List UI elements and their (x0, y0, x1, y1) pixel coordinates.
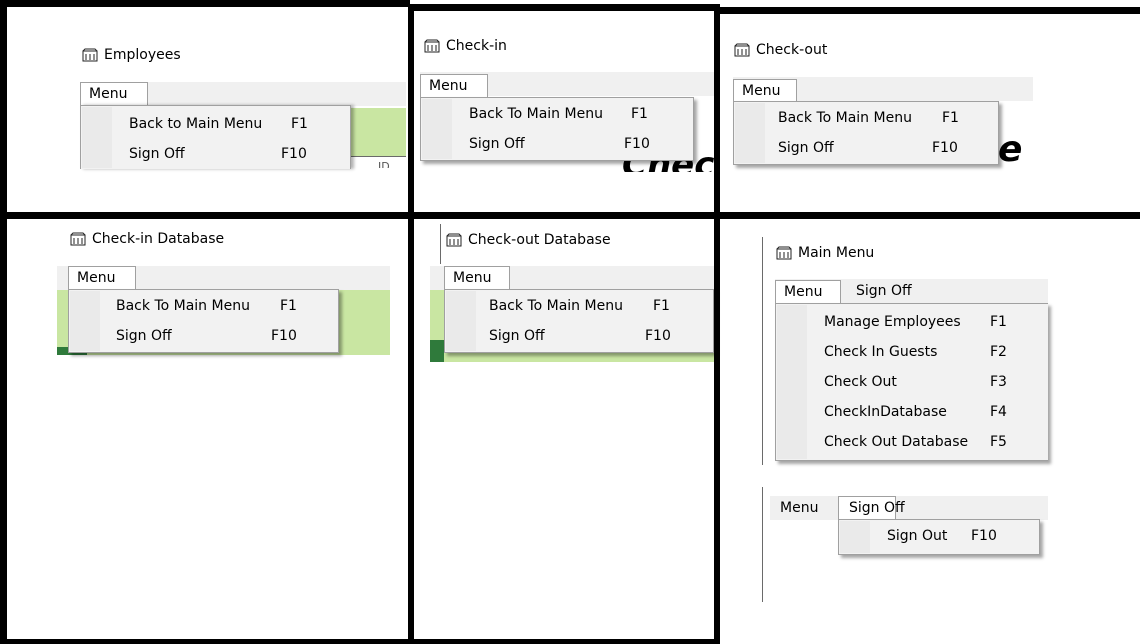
grid-line-v1 (408, 4, 414, 644)
employees-sign-off-item[interactable]: Sign Off F10 (81, 140, 350, 170)
checkin-db-sign-off-item[interactable]: Sign Off F10 (69, 322, 338, 352)
signoff-panel-menu-button[interactable]: Menu (772, 497, 826, 521)
checkout-db-menu-button[interactable]: Menu (444, 266, 510, 290)
window-app-icon (424, 39, 440, 53)
checkout-menu-button[interactable]: Menu (733, 79, 797, 103)
checkin-db-back-key: F1 (280, 298, 297, 314)
employees-back-key: F1 (291, 116, 308, 132)
checkout-partial-text: e (998, 129, 1023, 170)
employees-signoff-key: F10 (281, 146, 307, 162)
check-in-guests-key: F2 (990, 344, 1007, 360)
checkout-db-back-to-main-item[interactable]: Back To Main Menu F1 (445, 292, 713, 322)
checkin-db-signoff-key: F10 (271, 328, 297, 344)
signoff-window-edge (762, 487, 763, 602)
checkout-db-window-edge (440, 224, 441, 264)
main-menu-check-out-database-item[interactable]: Check Out Database F5 (776, 428, 1048, 458)
checkout-window-title: Check-out (734, 42, 827, 58)
checkout-back-key: F1 (942, 110, 959, 126)
checkin-signoff-label: Sign Off (469, 136, 525, 152)
checkout-db-signoff-key: F10 (645, 328, 671, 344)
checkout-db-title-text: Check-out Database (468, 232, 611, 248)
checkout-title-text: Check-out (756, 42, 828, 58)
employees-bg-green (348, 108, 406, 156)
signoff-panel-signoff-button[interactable]: Sign Off (838, 496, 905, 520)
checkout-back-label: Back To Main Menu (778, 110, 912, 126)
window-app-icon (734, 43, 750, 57)
signoff-dropdown: Sign Out F10 (838, 519, 1040, 555)
check-out-label: Check Out (824, 374, 897, 390)
employees-bg-line (348, 156, 406, 157)
checkin-window-title: Check-in (424, 38, 507, 54)
main-menu-dropdown: Manage Employees F1 Check In Guests F2 C… (775, 303, 1048, 461)
main-menu-check-in-guests-item[interactable]: Check In Guests F2 (776, 338, 1048, 368)
checkout-db-signoff-label: Sign Off (489, 328, 545, 344)
checkin-db-signoff-label: Sign Off (116, 328, 172, 344)
grid-line-mid-h (0, 212, 1140, 219)
main-menu-manage-employees-item[interactable]: Manage Employees F1 (776, 308, 1048, 338)
checkout-db-sign-off-item[interactable]: Sign Off F10 (445, 322, 713, 352)
main-menu-title-text: Main Menu (798, 245, 875, 261)
checkout-db-bg-dark (430, 340, 444, 362)
manage-employees-label: Manage Employees (824, 314, 961, 330)
checkin-back-to-main-item[interactable]: Back To Main Menu F1 (421, 100, 693, 130)
main-menu-menu-button[interactable]: Menu (775, 280, 841, 304)
employees-window-title: Employees (82, 47, 181, 63)
check-out-key: F3 (990, 374, 1007, 390)
checkin-dropdown: Back To Main Menu F1 Sign Off F10 (420, 97, 694, 161)
checkin-db-title-text: Check-in Database (92, 231, 225, 247)
checkout-back-to-main-item[interactable]: Back To Main Menu F1 (734, 104, 998, 134)
window-app-icon (446, 233, 462, 247)
grid-line-left (0, 0, 7, 644)
grid-line-v2 (714, 4, 720, 644)
employees-title-text: Employees (104, 47, 181, 63)
checkin-sign-off-item[interactable]: Sign Off F10 (421, 130, 693, 160)
main-menu-check-out-item[interactable]: Check Out F3 (776, 368, 1048, 398)
employees-partial-text: ID (378, 160, 390, 168)
grid-line-top-right (720, 7, 1140, 14)
signoff-sign-out-item[interactable]: Sign Out F10 (839, 522, 1039, 552)
check-out-database-label: Check Out Database (824, 434, 969, 450)
employees-menu-button[interactable]: Menu (80, 82, 148, 106)
window-app-icon (70, 232, 86, 246)
checkin-back-label: Back To Main Menu (469, 106, 603, 122)
checkout-signoff-label: Sign Off (778, 140, 834, 156)
check-out-database-key: F5 (990, 434, 1007, 450)
sign-out-label: Sign Out (887, 528, 948, 544)
checkin-db-dropdown: Back To Main Menu F1 Sign Off F10 (68, 289, 339, 353)
checkin-db-menu-button[interactable]: Menu (68, 266, 136, 290)
checkin-title-text: Check-in (446, 38, 507, 54)
checkin-signoff-key: F10 (624, 136, 650, 152)
employees-signoff-label: Sign Off (129, 146, 185, 162)
checkin-db-window-title: Check-in Database (70, 231, 224, 247)
checkin-menu-button[interactable]: Menu (420, 74, 488, 98)
main-menu-window-edge (762, 237, 763, 465)
checkout-db-window-title: Check-out Database (446, 232, 611, 248)
checkout-db-back-label: Back To Main Menu (489, 298, 623, 314)
sign-out-key: F10 (971, 528, 997, 544)
window-app-icon (82, 48, 98, 62)
checkout-sign-off-item[interactable]: Sign Off F10 (734, 134, 998, 164)
checkin-db-back-to-main-item[interactable]: Back To Main Menu F1 (69, 292, 338, 322)
main-menu-signoff-button[interactable]: Sign Off (848, 280, 920, 304)
checkin-database-label: CheckInDatabase (824, 404, 947, 420)
employees-back-label: Back to Main Menu (129, 116, 263, 132)
grid-line-top-mid (410, 4, 720, 11)
checkout-db-back-key: F1 (653, 298, 670, 314)
checkin-db-back-label: Back To Main Menu (116, 298, 250, 314)
checkin-back-key: F1 (631, 106, 648, 122)
grid-line-top-left (0, 0, 410, 7)
check-in-guests-label: Check In Guests (824, 344, 938, 360)
manage-employees-key: F1 (990, 314, 1007, 330)
checkout-db-dropdown: Back To Main Menu F1 Sign Off F10 (444, 289, 714, 353)
employees-back-to-main-item[interactable]: Back to Main Menu F1 (81, 110, 350, 140)
checkout-signoff-key: F10 (932, 140, 958, 156)
window-app-icon (776, 246, 792, 260)
main-menu-checkin-database-item[interactable]: CheckInDatabase F4 (776, 398, 1048, 428)
grid-line-bottom (0, 639, 720, 644)
main-menu-window-title: Main Menu (776, 245, 874, 261)
employees-dropdown: Back to Main Menu F1 Sign Off F10 (80, 105, 351, 169)
checkin-database-key: F4 (990, 404, 1007, 420)
checkout-dropdown: Back To Main Menu F1 Sign Off F10 (733, 101, 999, 165)
